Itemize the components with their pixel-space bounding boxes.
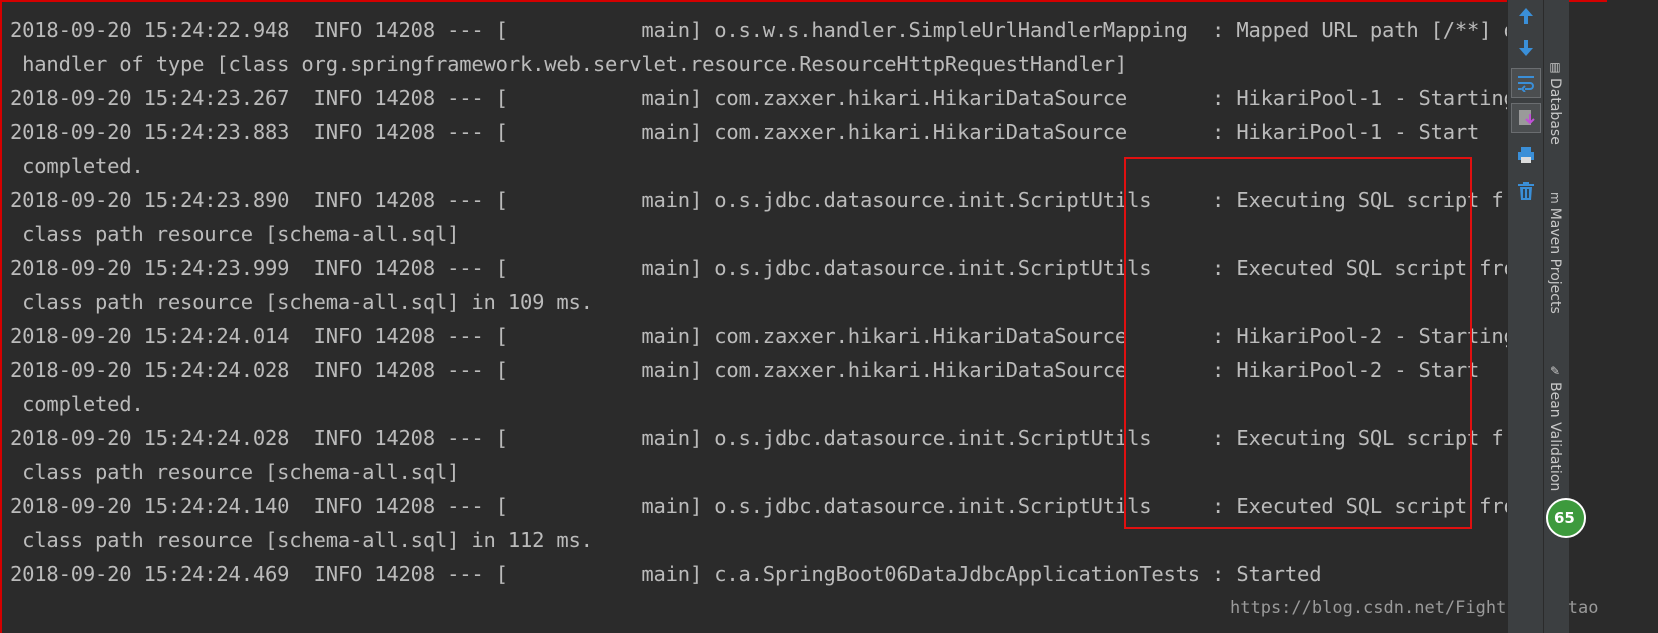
highlight-box: [1124, 157, 1472, 529]
console-output[interactable]: 2018-09-20 15:24:22.948 INFO 14208 --- […: [0, 0, 1607, 633]
print-icon[interactable]: [1511, 140, 1541, 170]
bean-icon: ✎: [1548, 364, 1562, 378]
tab-maven-projects[interactable]: m Maven Projects: [1547, 192, 1563, 314]
tab-maven-label: Maven Projects: [1547, 207, 1563, 314]
right-tool-window-bar: ▥ Database m Maven Projects ✎ Bean Validati…: [1543, 0, 1569, 633]
arrow-up-icon[interactable]: [1511, 1, 1541, 31]
log-line: 2018-09-20 15:24:22.948 INFO 14208 --- […: [10, 18, 1553, 42]
scroll-to-end-icon[interactable]: [1511, 103, 1541, 133]
tab-database[interactable]: ▥ Database: [1547, 60, 1563, 145]
tab-bean-validation[interactable]: ✎ Bean Validation: [1547, 364, 1563, 491]
arrow-down-icon[interactable]: [1511, 33, 1541, 63]
tab-database-label: Database: [1547, 78, 1563, 145]
log-line: 2018-09-20 15:24:23.267 INFO 14208 --- […: [10, 86, 1553, 110]
log-line: 2018-09-20 15:24:24.469 INFO 14208 --- […: [10, 562, 1322, 586]
maven-icon: m: [1548, 192, 1562, 204]
status-badge[interactable]: 65: [1546, 498, 1586, 538]
soft-wrap-icon[interactable]: [1511, 68, 1541, 98]
log-line: 2018-09-20 15:24:23.883 INFO 14208 --- […: [10, 120, 1480, 144]
trash-icon[interactable]: [1511, 176, 1541, 206]
database-icon: ▥: [1548, 60, 1562, 74]
console-toolbar: [1507, 0, 1544, 633]
partial-cutoff-line: [2, 2, 1602, 13]
log-line: handler of type [class org.springframewo…: [10, 52, 1128, 76]
tab-bean-label: Bean Validation: [1547, 382, 1563, 492]
